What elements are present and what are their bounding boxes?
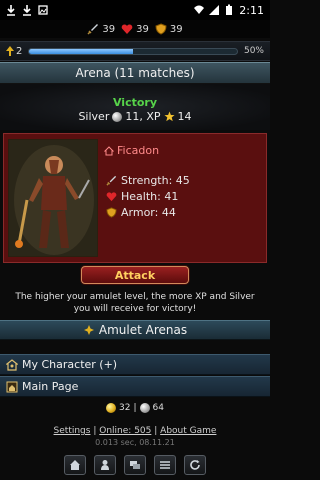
battery-icon (224, 4, 234, 16)
opponent-name[interactable]: Ficadon (103, 144, 159, 157)
level-indicator: 2 (6, 46, 22, 57)
character-icon (5, 358, 19, 371)
chat-icon (130, 461, 140, 469)
person-icon (101, 460, 109, 470)
nav-character-button[interactable] (94, 455, 116, 475)
nav-chat-button[interactable] (124, 455, 146, 475)
online-link[interactable]: Online: 505 (99, 426, 151, 436)
result-rewards: Silver 11, XP 14 (78, 110, 192, 123)
opponent-health: Health: 41 (106, 190, 178, 203)
about-link[interactable]: About Game (160, 426, 216, 436)
strength-stat: 39 (87, 23, 115, 35)
home-icon (6, 381, 18, 393)
signal-icon (209, 4, 220, 16)
page-title: Arena (11 matches) (0, 62, 270, 84)
home-icon (70, 460, 80, 470)
attack-row: Attack (0, 264, 270, 286)
battle-result: Victory Silver 11, XP 14 (0, 84, 270, 130)
currency-summary: 32 | 64 (0, 398, 270, 418)
settings-link[interactable]: Settings (54, 426, 91, 436)
level-bar: 2 50% (0, 41, 270, 61)
silver-coin-icon (139, 403, 150, 413)
gold-coin-icon (106, 403, 117, 413)
my-character-button[interactable]: My Character (+) (0, 354, 270, 375)
clock: 2:11 (239, 3, 264, 17)
server-timing: 0.013 sec, 08.11.21 (95, 438, 175, 447)
star-icon (163, 111, 175, 122)
opponent-card: Ficadon Strength: 45 Health: 41 Armor: 4… (3, 133, 267, 263)
bottom-nav (0, 455, 270, 477)
opponent-armor: Armor: 44 (106, 206, 176, 219)
level-arrow-icon (6, 46, 14, 56)
xp-progress-label: 50% (243, 46, 264, 56)
menu-icon (160, 461, 170, 469)
nav-refresh-button[interactable] (184, 455, 206, 475)
result-outcome: Victory (112, 96, 158, 109)
main-page-button[interactable]: Main Page (0, 376, 270, 397)
silver-coin-icon (112, 111, 123, 122)
xp-progress-fill (29, 48, 134, 54)
heart-icon (121, 23, 133, 35)
shield-icon (155, 23, 167, 35)
health-stat: 39 (121, 23, 149, 35)
wifi-icon (194, 4, 205, 16)
opponent-strength: Strength: 45 (106, 174, 190, 187)
sword-icon (87, 23, 99, 35)
xp-progress-track (28, 47, 238, 55)
armor-stat: 39 (155, 23, 183, 35)
download-icon (6, 4, 16, 16)
refresh-icon (190, 460, 200, 470)
status-bar: 2:11 (0, 0, 270, 20)
nav-home-button[interactable] (64, 455, 86, 475)
heart-icon (106, 191, 117, 202)
nav-menu-button[interactable] (154, 455, 176, 475)
house-icon (103, 145, 115, 156)
download-icon (22, 4, 32, 16)
attack-button[interactable]: Attack (81, 266, 189, 284)
footer-links: Settings | Online: 505 | About Game (53, 426, 217, 436)
image-icon (38, 4, 48, 16)
amulet-icon (83, 324, 95, 336)
player-stats: 39 39 39 (0, 20, 270, 38)
opponent-portrait (8, 139, 98, 257)
shield-icon (106, 207, 117, 218)
amulet-arenas-button[interactable]: Amulet Arenas (0, 320, 270, 340)
info-text: The higher your amulet level, the more X… (15, 292, 255, 314)
sword-icon (106, 175, 117, 186)
